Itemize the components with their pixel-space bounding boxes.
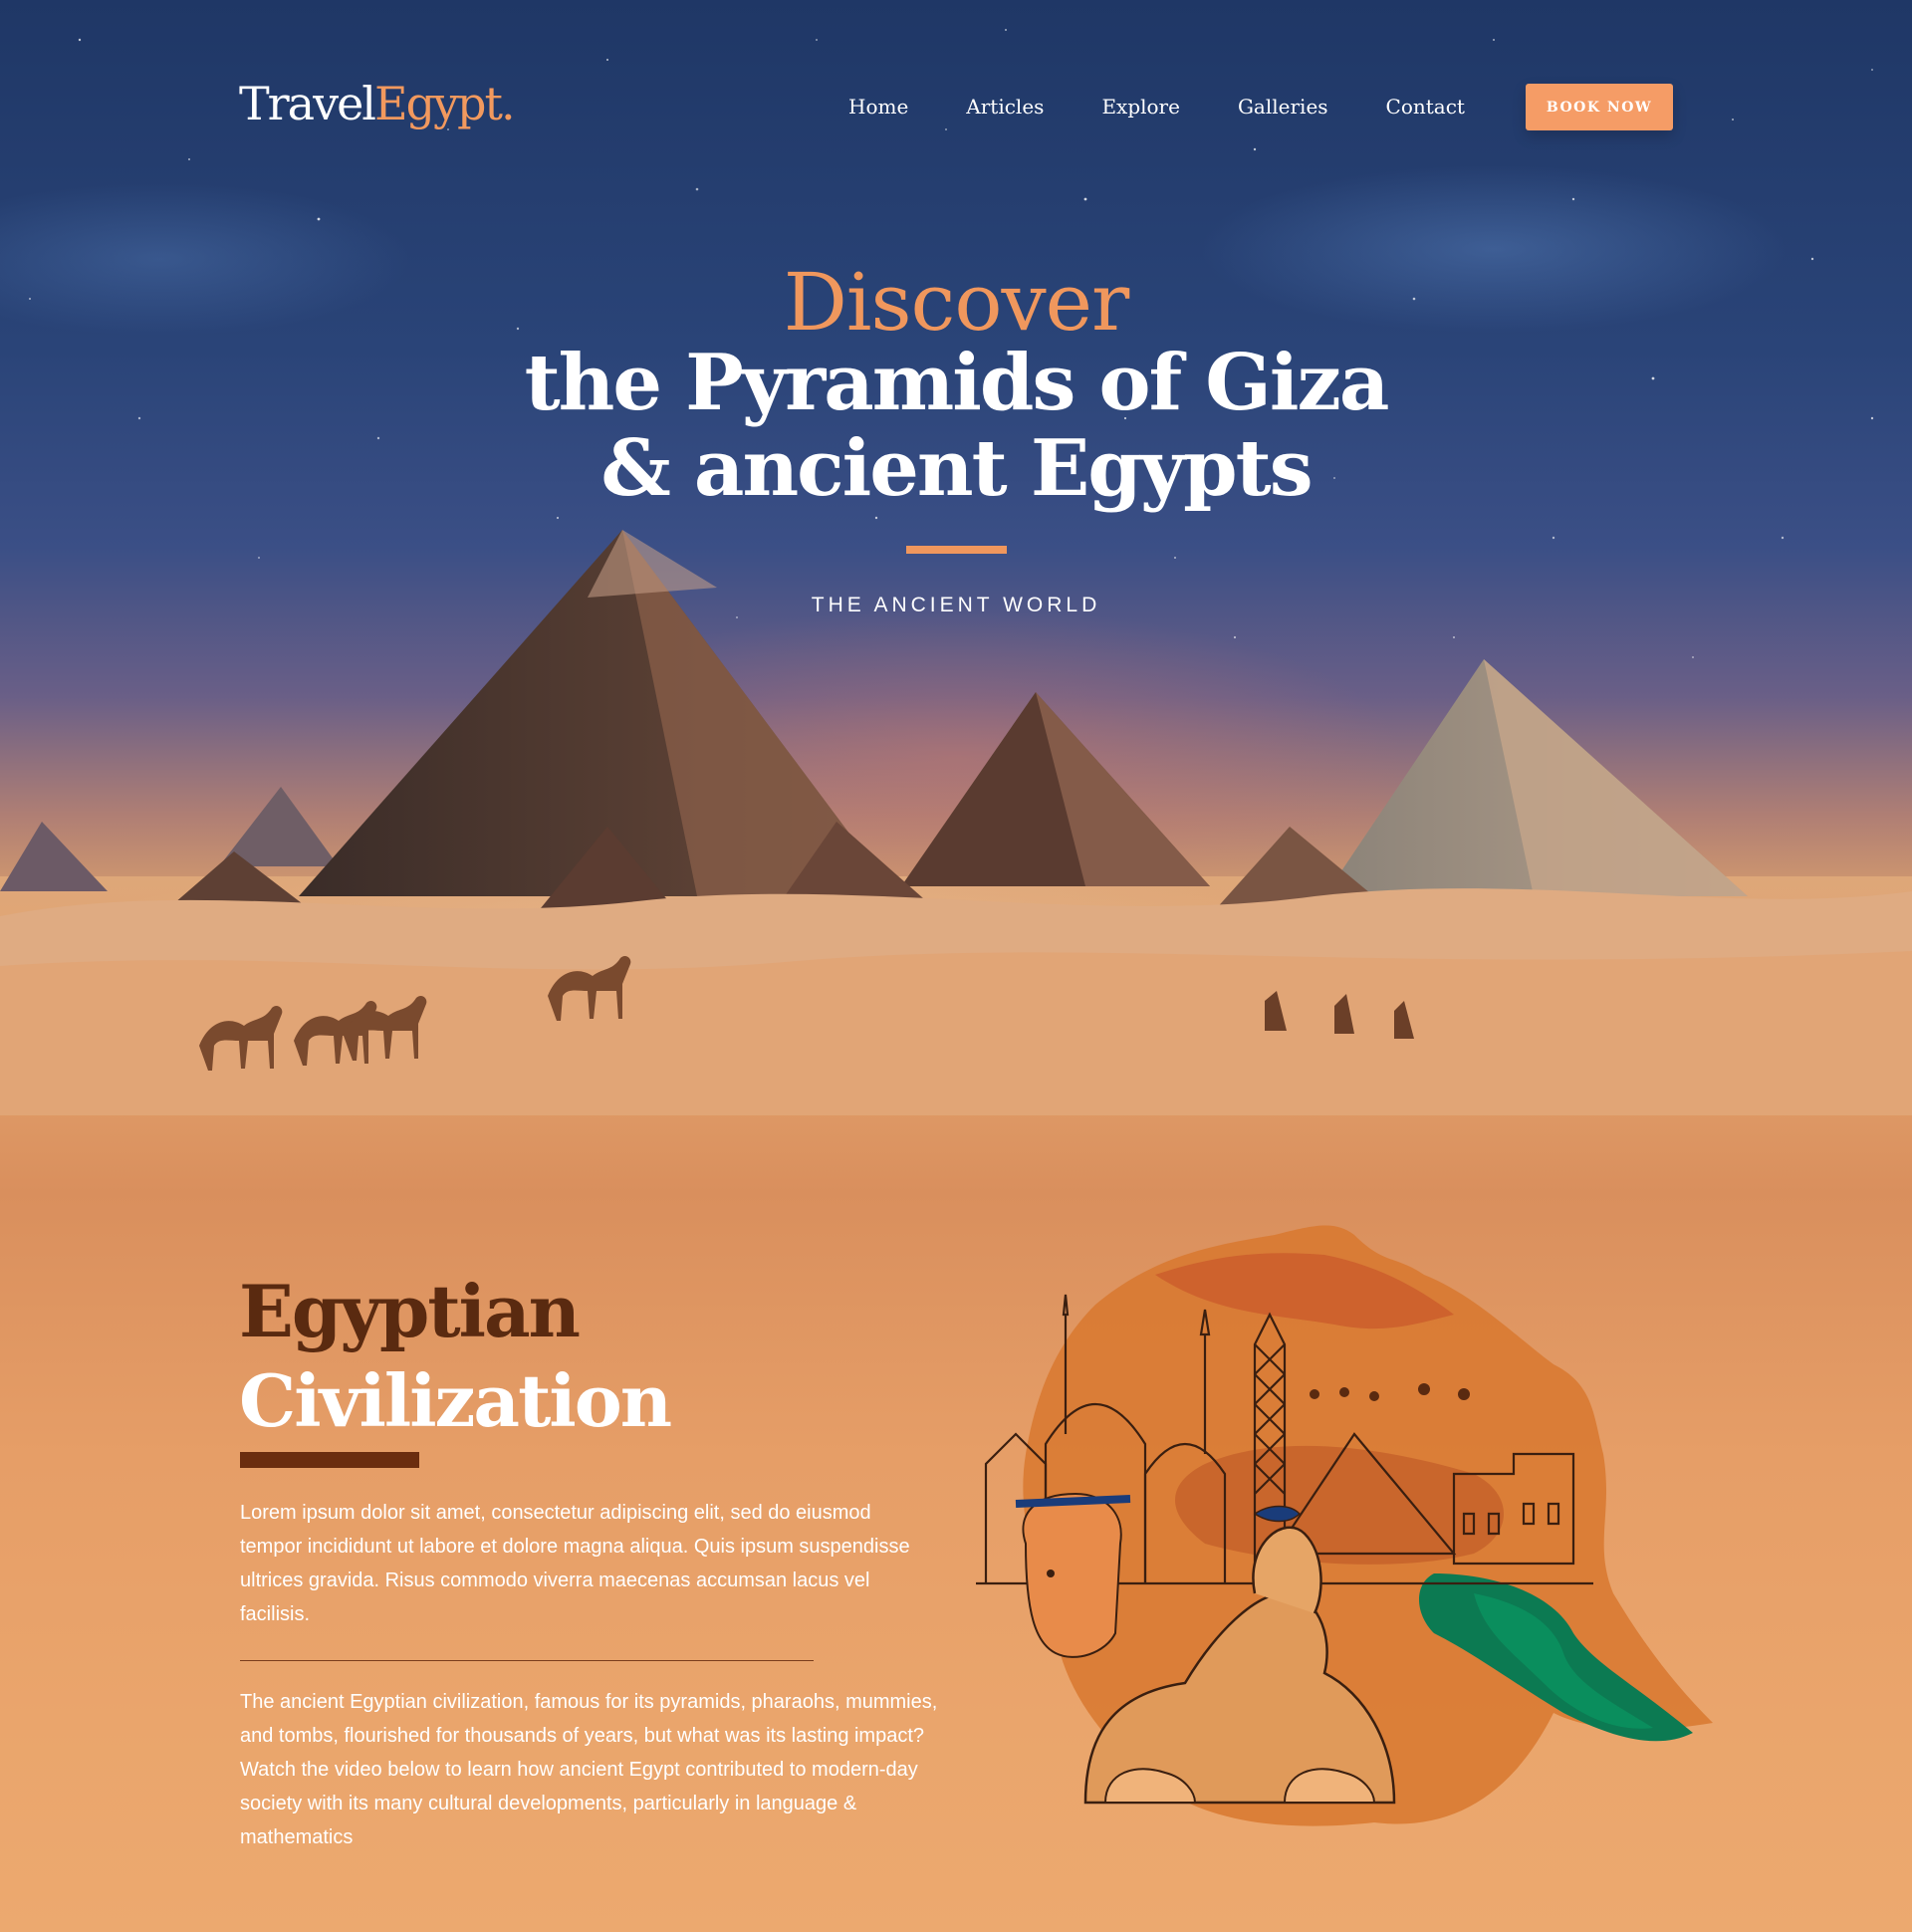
hero-accent-rule	[906, 546, 1007, 554]
hero-kicker: Discover	[783, 256, 1130, 349]
book-now-button[interactable]: BOOK NOW	[1526, 84, 1673, 130]
hero-subtitle: THE ANCIENT WORLD	[811, 594, 1101, 616]
hero-title-line1: the Pyramids of Giza	[524, 338, 1390, 428]
nav-articles[interactable]: Articles	[966, 92, 1044, 121]
section-paragraph-1: Lorem ipsum dolor sit amet, consectetur …	[240, 1502, 910, 1625]
nav-contact[interactable]: Contact	[1386, 92, 1465, 121]
nav-explore[interactable]: Explore	[1101, 92, 1180, 121]
brand-logo-part1: Travel	[239, 77, 376, 130]
brand-logo-part2: Egypt.	[374, 77, 516, 130]
hero-title: the Pyramids of Giza & ancient Egypts	[0, 341, 1912, 512]
pyramids-landscape-illustration	[0, 530, 1912, 1115]
section-accent-rule	[240, 1452, 419, 1468]
brand-logo[interactable]: TravelEgypt.	[239, 74, 516, 133]
section-paragraph-2: The ancient Egyptian civilization, famou…	[240, 1691, 938, 1848]
nav-galleries[interactable]: Galleries	[1238, 92, 1328, 121]
nav-home[interactable]: Home	[848, 92, 908, 121]
hero-title-line2: & ancient Egypts	[600, 423, 1313, 514]
section-title-line1: Egyptian	[239, 1269, 581, 1353]
section-title-line2: Civilization	[239, 1358, 672, 1443]
section-divider	[240, 1660, 814, 1661]
main-nav: Home Articles Explore Galleries Contact	[848, 92, 1523, 121]
egypt-collage-illustration	[976, 1225, 1713, 1826]
pharaoh-profile-drawing	[1015, 1492, 1131, 1658]
page: TravelEgypt. Home Articles Explore Galle…	[0, 0, 1912, 1932]
section-title: Egyptian Civilization	[239, 1267, 936, 1446]
